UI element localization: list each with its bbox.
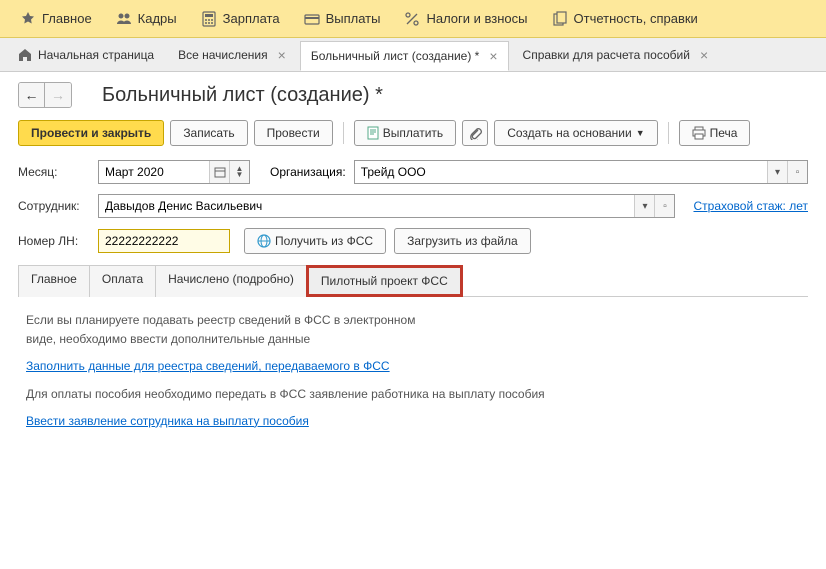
dropdown-button[interactable]: ▾ (634, 195, 654, 217)
org-input[interactable] (355, 161, 767, 183)
tab-panel: Если вы планируете подавать реестр сведе… (18, 297, 808, 453)
submit-close-button[interactable]: Провести и закрыть (18, 120, 164, 146)
fill-registry-link[interactable]: Заполнить данные для реестра сведений, п… (26, 359, 390, 373)
tab-accruals[interactable]: Все начисления × (168, 41, 296, 69)
nav-arrows: ← → (18, 82, 72, 108)
nav-salary[interactable]: Зарплата (189, 3, 292, 35)
close-icon[interactable]: × (700, 47, 708, 63)
ln-label: Номер ЛН: (18, 234, 90, 248)
save-button[interactable]: Записать (170, 120, 247, 146)
nav-forward-button[interactable]: → (45, 83, 71, 107)
paperclip-icon (468, 126, 482, 140)
tab-sick-leave[interactable]: Больничный лист (создание) * × (300, 41, 509, 71)
nav-label: Зарплата (223, 11, 280, 26)
month-input[interactable] (99, 161, 209, 183)
print-button[interactable]: Печа (679, 120, 751, 146)
open-icon: ▫ (663, 201, 667, 212)
form-row-employee: Сотрудник: ▾ ▫ Страховой стаж: лет (18, 194, 808, 218)
panel-text-2: Для оплаты пособия необходимо передать в… (26, 385, 800, 404)
close-icon[interactable]: × (278, 47, 286, 63)
tab-label: Больничный лист (создание) * (311, 49, 480, 63)
get-fss-button[interactable]: Получить из ФСС (244, 228, 386, 254)
print-label: Печа (710, 126, 738, 140)
load-file-button[interactable]: Загрузить из файла (394, 228, 531, 254)
document-stack-icon (552, 11, 568, 27)
star-icon (20, 11, 36, 27)
panel-text-1: Если вы планируете подавать реестр сведе… (26, 311, 446, 349)
nav-main[interactable]: Главное (8, 3, 104, 35)
employee-label: Сотрудник: (18, 199, 90, 213)
nav-back-button[interactable]: ← (19, 83, 45, 107)
get-fss-label: Получить из ФСС (275, 234, 373, 248)
chevron-down-icon: ▼ (636, 128, 645, 138)
chevron-down-icon: ▾ (775, 167, 780, 178)
nav-label: Налоги и взносы (426, 11, 527, 26)
home-icon (18, 48, 32, 62)
wallet-icon (304, 11, 320, 27)
divider (668, 122, 669, 144)
top-navigation: Главное Кадры Зарплата Выплаты Налоги и … (0, 0, 826, 38)
open-button[interactable]: ▫ (654, 195, 674, 217)
calendar-icon (214, 166, 226, 178)
page-title: Больничный лист (создание) * (102, 84, 383, 107)
tab-label: Все начисления (178, 48, 268, 62)
ln-input[interactable] (99, 230, 229, 252)
inner-tabs: Главное Оплата Начислено (подробно) Пило… (18, 264, 808, 297)
spinner-icon: ▲▼ (236, 166, 244, 178)
post-button[interactable]: Провести (254, 120, 333, 146)
open-icon: ▫ (796, 167, 800, 178)
dropdown-button[interactable]: ▾ (767, 161, 787, 183)
nav-staff[interactable]: Кадры (104, 3, 189, 35)
document-icon (367, 126, 379, 140)
month-input-wrap: ▲▼ (98, 160, 250, 184)
form-row-ln: Номер ЛН: Получить из ФСС Загрузить из ф… (18, 228, 808, 254)
chevron-down-icon: ▾ (642, 201, 647, 212)
nav-label: Главное (42, 11, 92, 26)
nav-taxes[interactable]: Налоги и взносы (392, 3, 539, 35)
tab-label: Начальная страница (38, 48, 154, 62)
month-label: Месяц: (18, 165, 90, 179)
nav-reports[interactable]: Отчетность, справки (540, 3, 710, 35)
percent-icon (404, 11, 420, 27)
nav-label: Выплаты (326, 11, 381, 26)
document-tabs: Начальная страница Все начисления × Боль… (0, 38, 826, 72)
content-area: ← → Больничный лист (создание) * Провест… (0, 72, 826, 463)
inner-tab-main[interactable]: Главное (18, 265, 90, 297)
spinner-button[interactable]: ▲▼ (229, 161, 249, 183)
divider (343, 122, 344, 144)
inner-tab-pilot-fss[interactable]: Пилотный проект ФСС (306, 265, 463, 297)
pay-label: Выплатить (383, 126, 444, 140)
nav-label: Отчетность, справки (574, 11, 698, 26)
ln-input-wrap (98, 229, 230, 253)
tab-label: Справки для расчета пособий (523, 48, 690, 62)
calendar-button[interactable] (209, 161, 229, 183)
org-input-wrap: ▾ ▫ (354, 160, 808, 184)
insurance-link[interactable]: Страховой стаж: лет (693, 199, 808, 213)
tab-home[interactable]: Начальная страница (8, 42, 164, 68)
globe-icon (257, 234, 271, 248)
nav-payments[interactable]: Выплаты (292, 3, 393, 35)
enter-application-link[interactable]: Ввести заявление сотрудника на выплату п… (26, 414, 309, 428)
inner-tab-payment[interactable]: Оплата (89, 265, 156, 297)
inner-tab-accrued[interactable]: Начислено (подробно) (155, 265, 307, 297)
people-icon (116, 11, 132, 27)
nav-label: Кадры (138, 11, 177, 26)
calculator-icon (201, 11, 217, 27)
create-based-label: Создать на основании (507, 126, 632, 140)
employee-input[interactable] (99, 195, 634, 217)
create-based-button[interactable]: Создать на основании ▼ (494, 120, 657, 146)
toolbar: Провести и закрыть Записать Провести Вып… (18, 120, 808, 146)
close-icon[interactable]: × (489, 48, 497, 64)
tab-certificates[interactable]: Справки для расчета пособий × (513, 41, 719, 69)
pay-button[interactable]: Выплатить (354, 120, 457, 146)
title-row: ← → Больничный лист (создание) * (18, 82, 808, 108)
attach-button[interactable] (462, 120, 488, 146)
form-row-month: Месяц: ▲▼ Организация: ▾ ▫ (18, 160, 808, 184)
open-button[interactable]: ▫ (787, 161, 807, 183)
printer-icon (692, 126, 706, 140)
employee-input-wrap: ▾ ▫ (98, 194, 675, 218)
org-label: Организация: (270, 165, 346, 179)
